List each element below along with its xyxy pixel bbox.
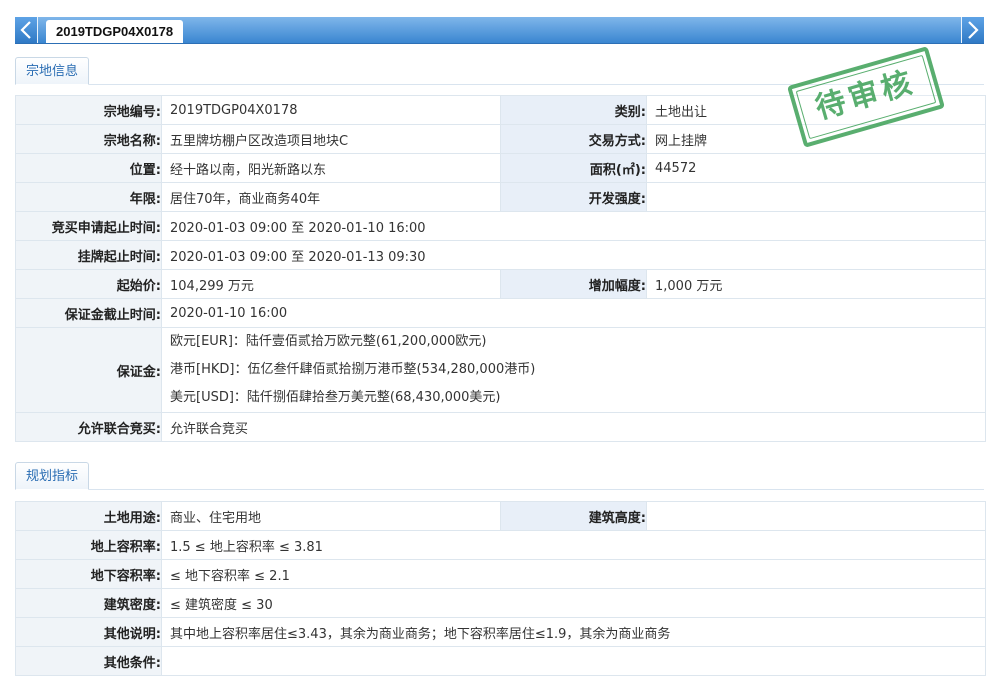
deposit-deadline-value: 2020-01-10 16:00	[161, 298, 986, 328]
apply-period-label: 竞买申请起止时间:	[15, 211, 162, 241]
planning-table: 土地用途: 商业、住宅用地 建筑高度: 地上容积率: 1.5 ≤ 地上容积率 ≤…	[15, 501, 986, 676]
section-tab-planning[interactable]: 规划指标	[15, 462, 90, 490]
location-label: 位置:	[15, 153, 162, 183]
table-row: 其他条件:	[15, 646, 986, 676]
far-below-value: ≤ 地下容积率 ≤ 2.1	[161, 559, 986, 589]
density-value: ≤ 建筑密度 ≤ 30	[161, 588, 986, 618]
intensity-label: 开发强度:	[500, 182, 647, 212]
joint-bid-label: 允许联合竞买:	[15, 412, 162, 442]
parcel-name-value: 五里牌坊棚户区改造项目地块C	[161, 124, 501, 154]
start-price-label: 起始价:	[15, 269, 162, 299]
term-label: 年限:	[15, 182, 162, 212]
building-height-value	[646, 501, 986, 531]
tab-bar: 2019TDGP04X0178	[15, 17, 984, 44]
land-use-label: 土地用途:	[15, 501, 162, 531]
table-row: 建筑密度: ≤ 建筑密度 ≤ 30	[15, 588, 986, 618]
building-height-label: 建筑高度:	[500, 501, 647, 531]
listing-period-label: 挂牌起止时间:	[15, 240, 162, 270]
parcel-no-value: 2019TDGP04X0178	[161, 95, 501, 125]
table-row: 竞买申请起止时间: 2020-01-03 09:00 至 2020-01-10 …	[15, 211, 986, 241]
other-conditions-value	[161, 646, 986, 676]
notes-value: 其中地上容积率居住≤3.43，其余为商业商务；地下容积率居住≤1.9，其余为商业…	[161, 617, 986, 647]
table-row: 位置: 经十路以南，阳光新路以东 面积(㎡): 44572	[15, 153, 986, 183]
table-row: 地下容积率: ≤ 地下容积率 ≤ 2.1	[15, 559, 986, 589]
trade-mode-label: 交易方式:	[500, 124, 647, 154]
chevron-left-icon	[20, 21, 31, 39]
far-above-label: 地上容积率:	[15, 530, 162, 560]
deposit-values: 欧元[EUR]：陆仟壹佰贰拾万欧元整(61,200,000欧元) 港币[HKD]…	[161, 327, 986, 413]
table-row: 土地用途: 商业、住宅用地 建筑高度:	[15, 501, 986, 531]
joint-bid-value: 允许联合竞买	[161, 412, 986, 442]
parcel-info-table: 宗地编号: 2019TDGP04X0178 类别: 土地出让 宗地名称: 五里牌…	[15, 95, 986, 442]
section-header-planning: 规划指标	[15, 462, 984, 490]
parcel-no-label: 宗地编号:	[15, 95, 162, 125]
deposit-hkd: 港币[HKD]：伍亿叁仟肆佰贰拾捌万港币整(534,280,000港币)	[170, 362, 536, 377]
category-label: 类别:	[500, 95, 647, 125]
far-below-label: 地下容积率:	[15, 559, 162, 589]
parcel-name-label: 宗地名称:	[15, 124, 162, 154]
table-row: 其他说明: 其中地上容积率居住≤3.43，其余为商业商务；地下容积率居住≤1.9…	[15, 617, 986, 647]
location-value: 经十路以南，阳光新路以东	[161, 153, 501, 183]
notes-label: 其他说明:	[15, 617, 162, 647]
scroll-right-button[interactable]	[961, 17, 984, 43]
increment-value: 1,000 万元	[646, 269, 986, 299]
deposit-eur: 欧元[EUR]：陆仟壹佰贰拾万欧元整(61,200,000欧元)	[170, 334, 487, 349]
table-row: 挂牌起止时间: 2020-01-03 09:00 至 2020-01-13 09…	[15, 240, 986, 270]
section-tab-parcel-info[interactable]: 宗地信息	[15, 57, 90, 85]
deposit-label: 保证金:	[15, 327, 162, 413]
start-price-value: 104,299 万元	[161, 269, 501, 299]
area-label: 面积(㎡):	[500, 153, 647, 183]
table-row: 地上容积率: 1.5 ≤ 地上容积率 ≤ 3.81	[15, 530, 986, 560]
area-value: 44572	[646, 153, 986, 183]
scroll-left-button[interactable]	[15, 17, 38, 43]
intensity-value	[646, 182, 986, 212]
table-row: 年限: 居住70年，商业商务40年 开发强度:	[15, 182, 986, 212]
table-row: 保证金截止时间: 2020-01-10 16:00	[15, 298, 986, 328]
increment-label: 增加幅度:	[500, 269, 647, 299]
land-use-value: 商业、住宅用地	[161, 501, 501, 531]
chevron-right-icon	[968, 21, 979, 39]
density-label: 建筑密度:	[15, 588, 162, 618]
table-row: 起始价: 104,299 万元 增加幅度: 1,000 万元	[15, 269, 986, 299]
table-row: 允许联合竞买: 允许联合竞买	[15, 412, 986, 442]
listing-period-value: 2020-01-03 09:00 至 2020-01-13 09:30	[161, 240, 986, 270]
deposit-usd: 美元[USD]：陆仟捌佰肆拾叁万美元整(68,430,000美元)	[170, 390, 501, 405]
far-above-value: 1.5 ≤ 地上容积率 ≤ 3.81	[161, 530, 986, 560]
term-value: 居住70年，商业商务40年	[161, 182, 501, 212]
tab-parcel[interactable]: 2019TDGP04X0178	[46, 20, 184, 43]
deposit-deadline-label: 保证金截止时间:	[15, 298, 162, 328]
table-row: 保证金: 欧元[EUR]：陆仟壹佰贰拾万欧元整(61,200,000欧元) 港币…	[15, 327, 986, 413]
apply-period-value: 2020-01-03 09:00 至 2020-01-10 16:00	[161, 211, 986, 241]
other-conditions-label: 其他条件:	[15, 646, 162, 676]
